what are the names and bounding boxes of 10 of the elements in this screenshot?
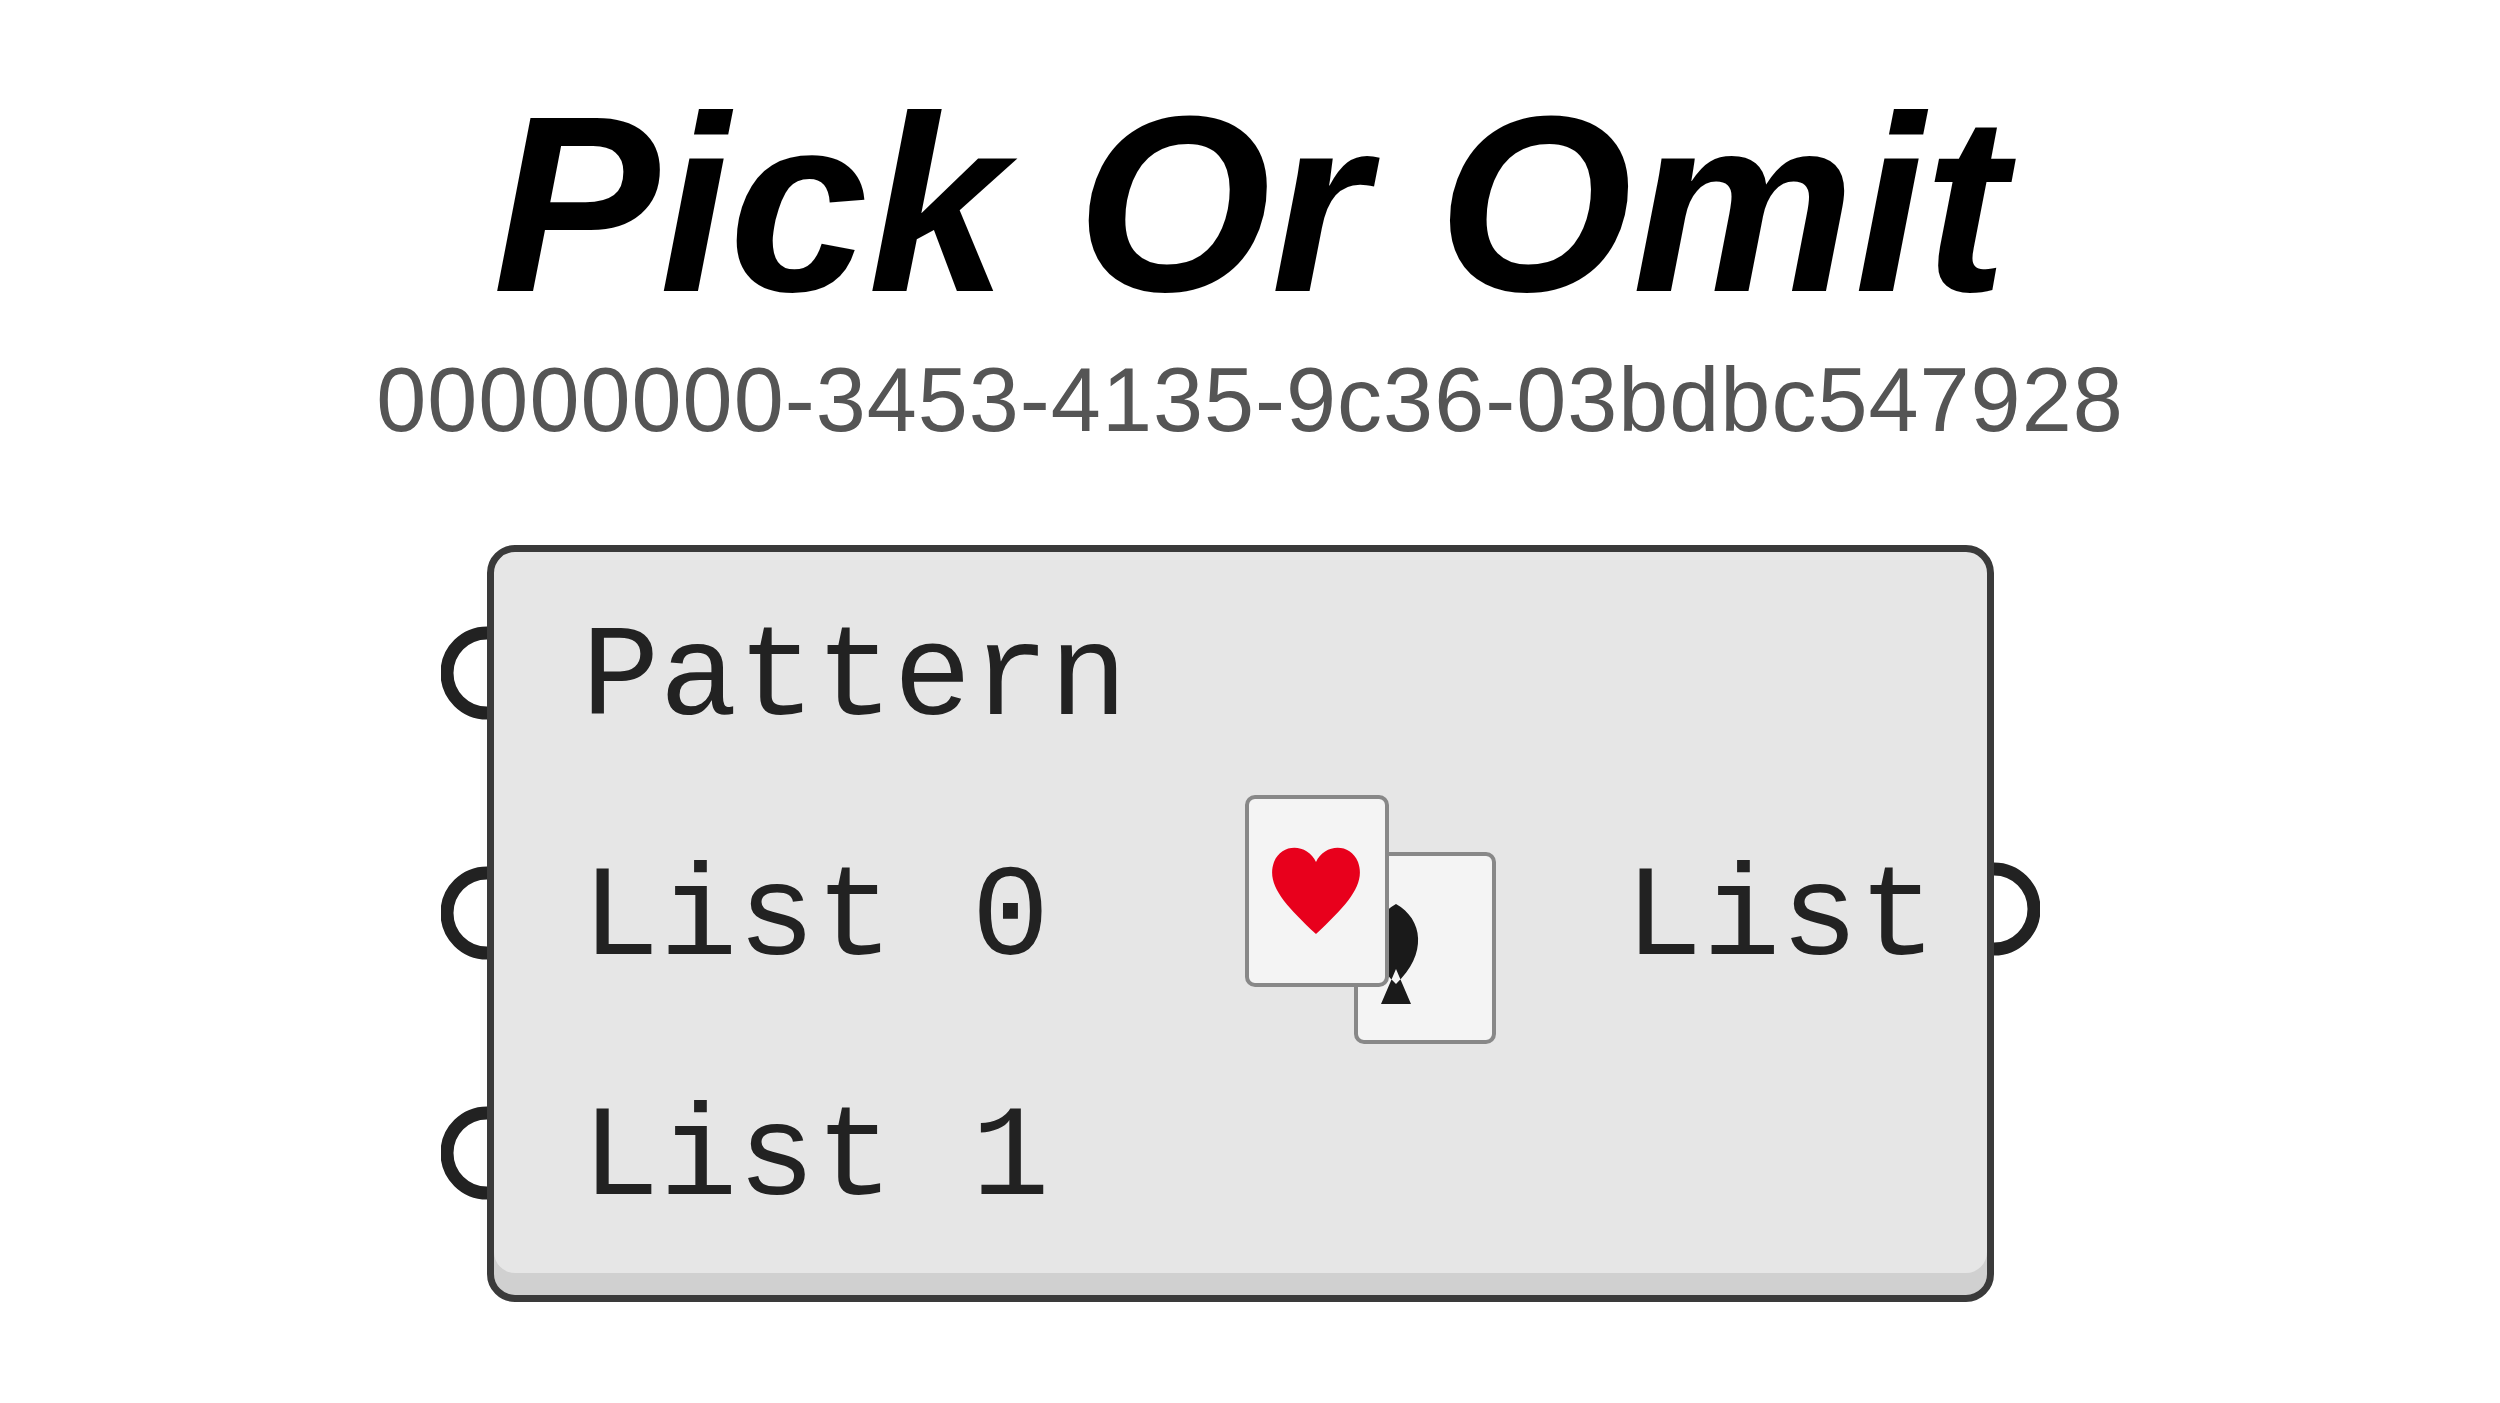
connection-port[interactable] bbox=[440, 866, 487, 960]
input-label: Pattern bbox=[581, 615, 1128, 745]
component-body[interactable]: Pattern List 0 List 1 List bbox=[486, 545, 1994, 1302]
connection-port[interactable] bbox=[1993, 861, 2040, 956]
connection-port[interactable] bbox=[440, 626, 487, 720]
input-label: List 1 bbox=[581, 1095, 1050, 1225]
connection-port[interactable] bbox=[440, 1106, 487, 1200]
output-label: List bbox=[1624, 855, 1937, 985]
playing-cards-icon bbox=[1243, 794, 1498, 1046]
input-label: List 0 bbox=[581, 855, 1050, 985]
